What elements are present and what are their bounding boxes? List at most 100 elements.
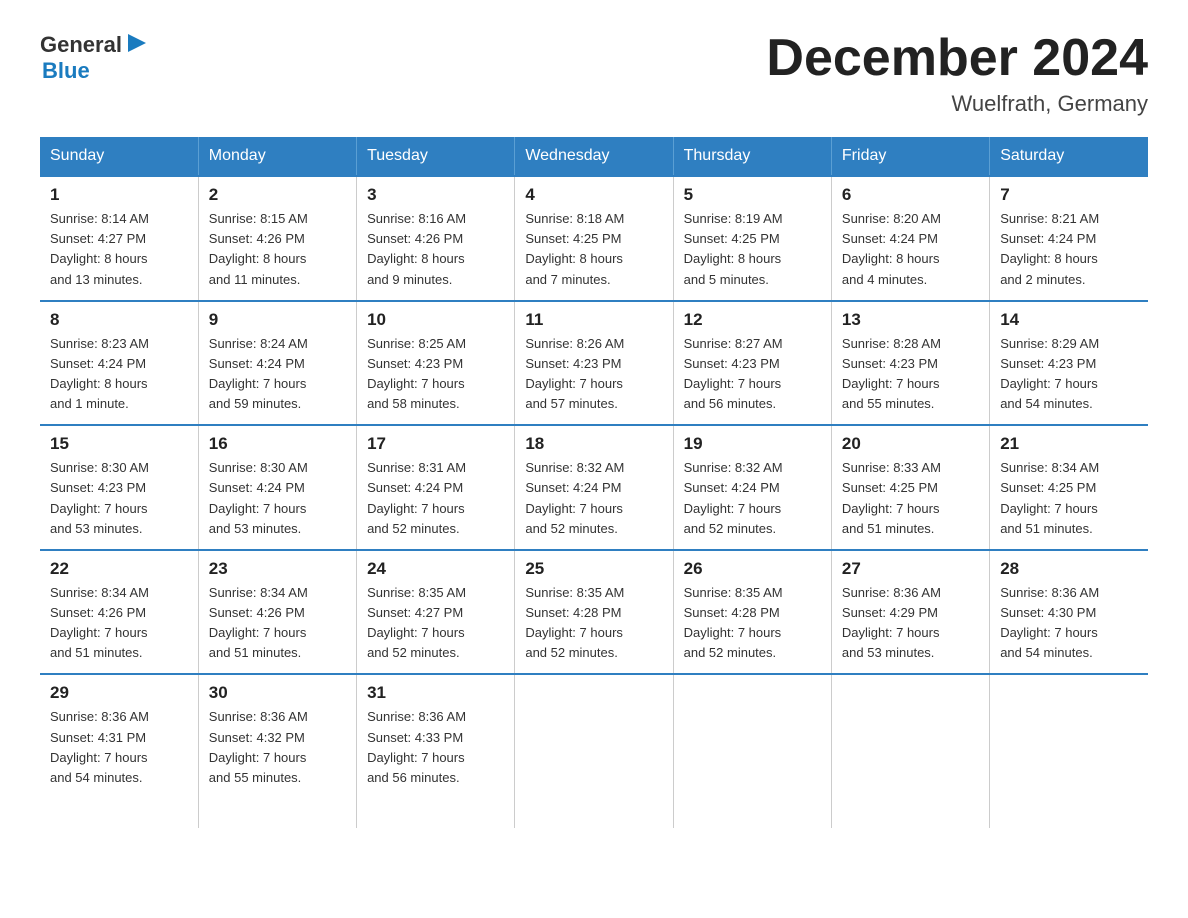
day-number: 24 <box>367 559 504 579</box>
calendar-cell: 2 Sunrise: 8:15 AMSunset: 4:26 PMDaylight… <box>198 176 356 301</box>
day-number: 29 <box>50 683 188 703</box>
day-number: 20 <box>842 434 979 454</box>
calendar-cell: 17 Sunrise: 8:31 AMSunset: 4:24 PMDayligh… <box>357 425 515 550</box>
calendar-cell <box>831 674 989 828</box>
calendar-cell: 31 Sunrise: 8:36 AMSunset: 4:33 PMDayligh… <box>357 674 515 828</box>
day-info: Sunrise: 8:28 AMSunset: 4:23 PMDaylight:… <box>842 334 979 415</box>
day-info: Sunrise: 8:30 AMSunset: 4:23 PMDaylight:… <box>50 458 188 539</box>
col-header-saturday: Saturday <box>990 137 1148 176</box>
calendar-cell: 23 Sunrise: 8:34 AMSunset: 4:26 PMDayligh… <box>198 550 356 675</box>
calendar-cell: 9Sunrise: 8:24 AMSunset: 4:24 PMDaylight… <box>198 301 356 426</box>
day-number: 8 <box>50 310 188 330</box>
calendar-cell: 6Sunrise: 8:20 AMSunset: 4:24 PMDaylight… <box>831 176 989 301</box>
calendar-cell: 27Sunrise: 8:36 AMSunset: 4:29 PMDayligh… <box>831 550 989 675</box>
day-info: Sunrise: 8:36 AMSunset: 4:30 PMDaylight:… <box>1000 583 1138 664</box>
day-info: Sunrise: 8:32 AMSunset: 4:24 PMDaylight:… <box>684 458 821 539</box>
day-number: 11 <box>525 310 662 330</box>
page-header: General Blue December 2024 Wuelfrath, Ge… <box>40 30 1148 117</box>
day-info: Sunrise: 8:27 AMSunset: 4:23 PMDaylight:… <box>684 334 821 415</box>
calendar-cell: 5 Sunrise: 8:19 AMSunset: 4:25 PMDaylight… <box>673 176 831 301</box>
day-number: 10 <box>367 310 504 330</box>
day-info: Sunrise: 8:15 AMSunset: 4:26 PMDaylight:… <box>209 209 346 290</box>
calendar-cell: 18Sunrise: 8:32 AMSunset: 4:24 PMDayligh… <box>515 425 673 550</box>
day-info: Sunrise: 8:26 AMSunset: 4:23 PMDaylight:… <box>525 334 662 415</box>
calendar-cell: 29 Sunrise: 8:36 AMSunset: 4:31 PMDayligh… <box>40 674 198 828</box>
day-info: Sunrise: 8:34 AMSunset: 4:26 PMDaylight:… <box>209 583 346 664</box>
day-info: Sunrise: 8:35 AMSunset: 4:27 PMDaylight:… <box>367 583 504 664</box>
calendar-cell: 13 Sunrise: 8:28 AMSunset: 4:23 PMDayligh… <box>831 301 989 426</box>
col-header-sunday: Sunday <box>40 137 198 176</box>
day-number: 25 <box>525 559 662 579</box>
logo-general: General <box>40 33 122 57</box>
col-header-tuesday: Tuesday <box>357 137 515 176</box>
calendar-week-row-3: 15Sunrise: 8:30 AMSunset: 4:23 PMDayligh… <box>40 425 1148 550</box>
day-number: 3 <box>367 185 504 205</box>
calendar-cell: 21 Sunrise: 8:34 AMSunset: 4:25 PMDayligh… <box>990 425 1148 550</box>
day-number: 27 <box>842 559 979 579</box>
day-info: Sunrise: 8:16 AMSunset: 4:26 PMDaylight:… <box>367 209 504 290</box>
location-label: Wuelfrath, Germany <box>766 91 1148 117</box>
col-header-thursday: Thursday <box>673 137 831 176</box>
calendar-cell: 7Sunrise: 8:21 AMSunset: 4:24 PMDaylight… <box>990 176 1148 301</box>
title-section: December 2024 Wuelfrath, Germany <box>766 30 1148 117</box>
day-number: 31 <box>367 683 504 703</box>
day-number: 2 <box>209 185 346 205</box>
calendar-cell: 10Sunrise: 8:25 AMSunset: 4:23 PMDayligh… <box>357 301 515 426</box>
day-number: 17 <box>367 434 504 454</box>
col-header-wednesday: Wednesday <box>515 137 673 176</box>
day-number: 12 <box>684 310 821 330</box>
calendar-cell: 1 Sunrise: 8:14 AMSunset: 4:27 PMDaylight… <box>40 176 198 301</box>
calendar-cell: 19Sunrise: 8:32 AMSunset: 4:24 PMDayligh… <box>673 425 831 550</box>
calendar-week-row-2: 8 Sunrise: 8:23 AMSunset: 4:24 PMDaylight… <box>40 301 1148 426</box>
calendar-cell: 4 Sunrise: 8:18 AMSunset: 4:25 PMDaylight… <box>515 176 673 301</box>
day-info: Sunrise: 8:34 AMSunset: 4:25 PMDaylight:… <box>1000 458 1138 539</box>
day-number: 21 <box>1000 434 1138 454</box>
day-number: 16 <box>209 434 346 454</box>
calendar-table: SundayMondayTuesdayWednesdayThursdayFrid… <box>40 137 1148 828</box>
calendar-cell <box>990 674 1148 828</box>
day-number: 7 <box>1000 185 1138 205</box>
month-year-title: December 2024 <box>766 30 1148 87</box>
day-number: 6 <box>842 185 979 205</box>
day-info: Sunrise: 8:18 AMSunset: 4:25 PMDaylight:… <box>525 209 662 290</box>
day-info: Sunrise: 8:36 AMSunset: 4:32 PMDaylight:… <box>209 707 346 788</box>
day-info: Sunrise: 8:14 AMSunset: 4:27 PMDaylight:… <box>50 209 188 290</box>
col-header-monday: Monday <box>198 137 356 176</box>
day-number: 4 <box>525 185 662 205</box>
day-info: Sunrise: 8:24 AMSunset: 4:24 PMDaylight:… <box>209 334 346 415</box>
day-number: 30 <box>209 683 346 703</box>
day-number: 5 <box>684 185 821 205</box>
day-info: Sunrise: 8:31 AMSunset: 4:24 PMDaylight:… <box>367 458 504 539</box>
calendar-header-row: SundayMondayTuesdayWednesdayThursdayFrid… <box>40 137 1148 176</box>
calendar-cell: 14Sunrise: 8:29 AMSunset: 4:23 PMDayligh… <box>990 301 1148 426</box>
calendar-cell: 30 Sunrise: 8:36 AMSunset: 4:32 PMDayligh… <box>198 674 356 828</box>
day-number: 22 <box>50 559 188 579</box>
day-number: 1 <box>50 185 188 205</box>
calendar-cell: 15Sunrise: 8:30 AMSunset: 4:23 PMDayligh… <box>40 425 198 550</box>
calendar-cell: 24 Sunrise: 8:35 AMSunset: 4:27 PMDayligh… <box>357 550 515 675</box>
day-number: 26 <box>684 559 821 579</box>
day-number: 28 <box>1000 559 1138 579</box>
day-info: Sunrise: 8:36 AMSunset: 4:31 PMDaylight:… <box>50 707 188 788</box>
day-number: 23 <box>209 559 346 579</box>
calendar-cell: 22 Sunrise: 8:34 AMSunset: 4:26 PMDayligh… <box>40 550 198 675</box>
calendar-week-row-4: 22 Sunrise: 8:34 AMSunset: 4:26 PMDayligh… <box>40 550 1148 675</box>
day-info: Sunrise: 8:29 AMSunset: 4:23 PMDaylight:… <box>1000 334 1138 415</box>
calendar-cell: 12 Sunrise: 8:27 AMSunset: 4:23 PMDayligh… <box>673 301 831 426</box>
calendar-cell <box>515 674 673 828</box>
calendar-cell: 11 Sunrise: 8:26 AMSunset: 4:23 PMDayligh… <box>515 301 673 426</box>
calendar-cell: 28 Sunrise: 8:36 AMSunset: 4:30 PMDayligh… <box>990 550 1148 675</box>
day-info: Sunrise: 8:35 AMSunset: 4:28 PMDaylight:… <box>684 583 821 664</box>
col-header-friday: Friday <box>831 137 989 176</box>
calendar-cell: 3 Sunrise: 8:16 AMSunset: 4:26 PMDaylight… <box>357 176 515 301</box>
day-number: 13 <box>842 310 979 330</box>
calendar-cell: 26 Sunrise: 8:35 AMSunset: 4:28 PMDayligh… <box>673 550 831 675</box>
day-info: Sunrise: 8:33 AMSunset: 4:25 PMDaylight:… <box>842 458 979 539</box>
day-info: Sunrise: 8:36 AMSunset: 4:33 PMDaylight:… <box>367 707 504 788</box>
calendar-week-row-5: 29 Sunrise: 8:36 AMSunset: 4:31 PMDayligh… <box>40 674 1148 828</box>
day-info: Sunrise: 8:19 AMSunset: 4:25 PMDaylight:… <box>684 209 821 290</box>
day-info: Sunrise: 8:30 AMSunset: 4:24 PMDaylight:… <box>209 458 346 539</box>
day-info: Sunrise: 8:23 AMSunset: 4:24 PMDaylight:… <box>50 334 188 415</box>
calendar-cell <box>673 674 831 828</box>
day-info: Sunrise: 8:34 AMSunset: 4:26 PMDaylight:… <box>50 583 188 664</box>
